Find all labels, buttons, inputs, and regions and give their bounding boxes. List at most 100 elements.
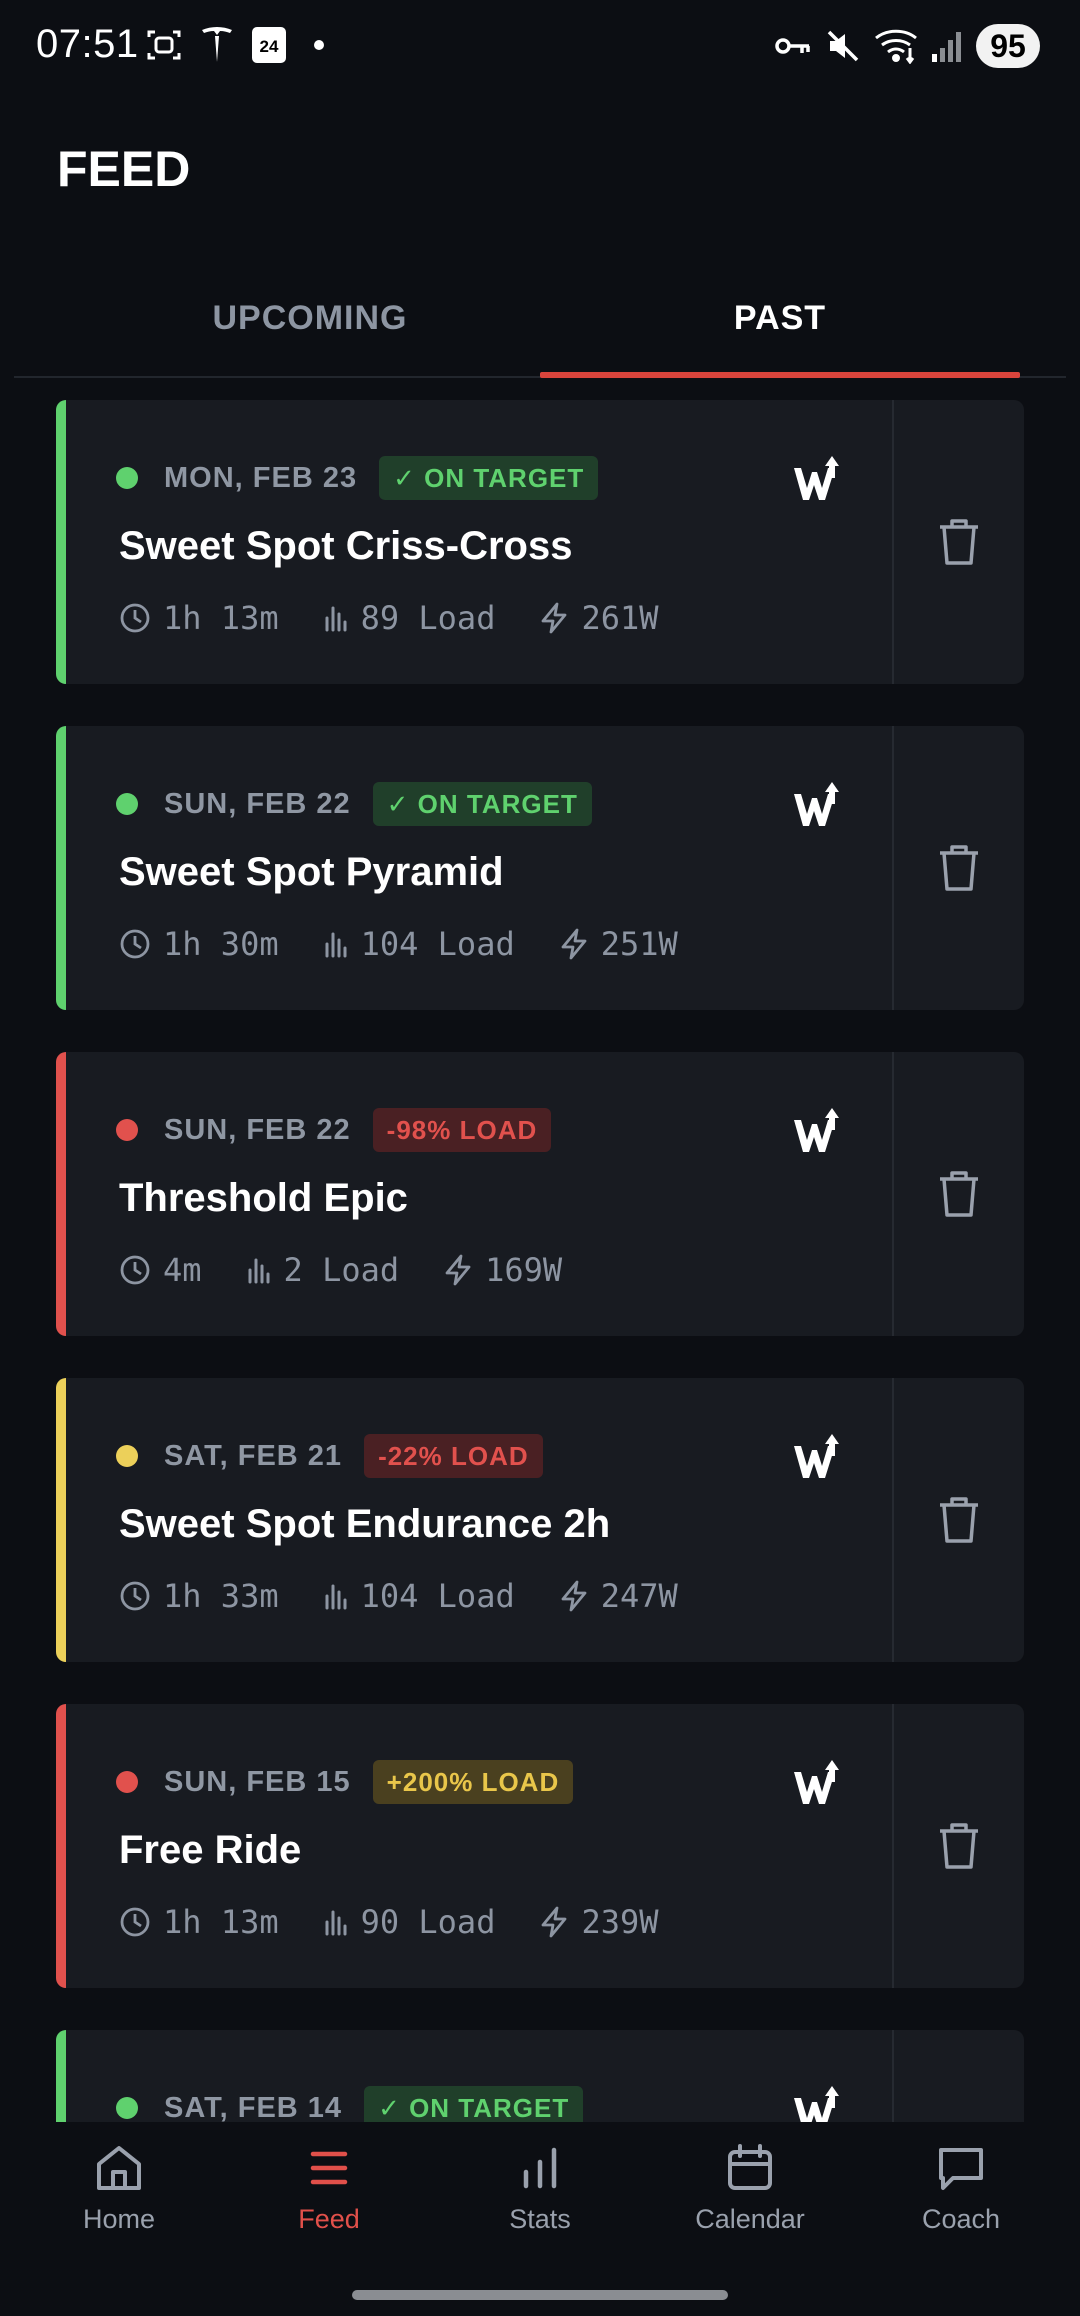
nav-coach[interactable]: Coach	[856, 2142, 1066, 2262]
workout-card-body[interactable]: MON, FEB 23 ✓ ON TARGET Sweet Spot Criss-C…	[66, 400, 892, 684]
load-metric: 2 Load	[246, 1251, 400, 1289]
status-dot	[116, 1445, 138, 1467]
feed-list-icon	[310, 2151, 348, 2185]
home-indicator[interactable]	[352, 2290, 728, 2300]
workout-metrics: 1h 13m 89 Load 261W	[119, 596, 703, 640]
face-scan-icon	[147, 30, 181, 60]
target-badge: -98% LOAD	[372, 1108, 552, 1152]
delete-workout-button[interactable]	[894, 1704, 1024, 1988]
status-dot	[116, 467, 138, 489]
power-bolt-icon	[561, 928, 587, 960]
date-row: SUN, FEB 22 -98% LOAD	[164, 1108, 552, 1152]
duration-metric: 1h 30m	[119, 925, 279, 963]
workout-date: SUN, FEB 22	[164, 1113, 351, 1146]
load-metric: 90 Load	[323, 1903, 496, 1941]
status-accent-bar	[56, 1704, 66, 1988]
load-value: 2 Load	[283, 1251, 400, 1289]
tab-upcoming[interactable]: UPCOMING	[70, 258, 550, 378]
tesla-icon	[202, 27, 232, 62]
workout-date: SUN, FEB 22	[164, 787, 351, 820]
nav-stats[interactable]: Stats	[435, 2142, 645, 2262]
clock-icon	[120, 603, 150, 633]
workout-card-body[interactable]: SAT, FEB 21 -22% LOAD Sweet Spot Endurance…	[66, 1378, 892, 1662]
wahoo-logo-icon	[794, 782, 839, 826]
workout-metrics: 1h 30m 104 Load 251W	[119, 922, 722, 966]
load-value: 90 Load	[360, 1903, 496, 1941]
nav-label-feed: Feed	[298, 2204, 360, 2234]
workout-card[interactable]: SUN, FEB 15 +200% LOAD Free Ride 1h 13m 90 L…	[56, 1704, 1024, 1988]
duration-value: 1h 13m	[163, 599, 279, 637]
date-row: MON, FEB 23 ✓ ON TARGET	[164, 456, 599, 500]
workout-title: Threshold Epic	[119, 1176, 408, 1220]
workout-card-body[interactable]: SUN, FEB 22 -98% LOAD Threshold Epic 4m 2 Lo…	[66, 1052, 892, 1336]
app-screen: 07:51 24 95 FEED UPCOMING PAST MON, FEB …	[0, 0, 1080, 2316]
home-icon	[97, 2146, 141, 2190]
workout-date: MON, FEB 23	[164, 461, 358, 494]
target-badge: -22% LOAD	[364, 1434, 543, 1478]
load-metric: 104 Load	[323, 1577, 515, 1615]
calendar-day: 24	[259, 37, 279, 56]
workout-date: SAT, FEB 21	[164, 1439, 343, 1472]
wahoo-logo-icon	[794, 1434, 839, 1478]
workout-card[interactable]: SAT, FEB 14 ✓ ON TARGET	[56, 2030, 1024, 2122]
delete-workout-button[interactable]	[894, 726, 1024, 1010]
date-row: SAT, FEB 21 -22% LOAD	[164, 1434, 543, 1478]
status-accent-bar	[56, 400, 66, 684]
trash-icon	[940, 519, 978, 565]
duration-value: 4m	[163, 1251, 202, 1289]
delete-workout-button[interactable]	[894, 1378, 1024, 1662]
power-bolt-icon	[542, 602, 567, 634]
load-bars-icon	[325, 932, 347, 958]
duration-value: 1h 30m	[163, 925, 279, 963]
delete-workout-button[interactable]	[894, 1052, 1024, 1336]
workout-card[interactable]: SUN, FEB 22 -98% LOAD Threshold Epic 4m 2 Lo…	[56, 1052, 1024, 1336]
battery-indicator: 95	[976, 24, 1040, 68]
status-dot	[116, 1771, 138, 1793]
mute-icon	[827, 30, 859, 62]
load-value: 89 Load	[360, 599, 496, 637]
target-badge: ✓ ON TARGET	[364, 2086, 584, 2122]
power-metric: 261W	[539, 599, 659, 637]
nav-calendar[interactable]: Calendar	[645, 2142, 855, 2262]
nav-feed[interactable]: Feed	[224, 2142, 434, 2262]
workout-card-body[interactable]: SUN, FEB 15 +200% LOAD Free Ride 1h 13m 90 L…	[66, 1704, 892, 1988]
stats-bar-icon	[523, 2147, 557, 2189]
delete-workout-button[interactable]	[894, 400, 1024, 684]
status-bar: 07:51 24 95	[0, 0, 1080, 96]
status-time: 07:51	[36, 22, 139, 66]
chat-bubble-icon	[939, 2148, 983, 2190]
status-accent-bar	[56, 1378, 66, 1662]
nav-home[interactable]: Home	[14, 2142, 224, 2262]
load-value: 104 Load	[360, 1577, 515, 1615]
workout-feed-list[interactable]: MON, FEB 23 ✓ ON TARGET Sweet Spot Criss-C…	[0, 380, 1080, 2122]
clock-icon	[120, 929, 150, 959]
load-metric: 104 Load	[323, 925, 515, 963]
workout-card-body[interactable]: SUN, FEB 22 ✓ ON TARGET Sweet Spot Pyramid…	[66, 726, 892, 1010]
power-value: 247W	[600, 1577, 678, 1615]
trash-icon	[940, 845, 978, 891]
power-value: 239W	[581, 1903, 659, 1941]
nav-label-coach: Coach	[921, 2204, 1001, 2234]
nav-label-calendar: Calendar	[695, 2204, 805, 2234]
workout-card[interactable]: SUN, FEB 22 ✓ ON TARGET Sweet Spot Pyramid…	[56, 726, 1024, 1010]
power-value: 261W	[581, 599, 659, 637]
status-accent-bar	[56, 726, 66, 1010]
workout-card-body[interactable]: SAT, FEB 14 ✓ ON TARGET	[66, 2030, 892, 2122]
nav-label-home: Home	[82, 2204, 156, 2234]
duration-value: 1h 33m	[163, 1577, 279, 1615]
duration-metric: 4m	[119, 1251, 202, 1289]
target-badge: ✓ ON TARGET	[372, 782, 592, 826]
wahoo-logo-icon	[794, 1108, 839, 1152]
clock-icon	[120, 1581, 150, 1611]
power-metric: 251W	[559, 925, 678, 963]
feed-tabs: UPCOMING PAST	[14, 258, 1066, 378]
date-row: SAT, FEB 14 ✓ ON TARGET	[164, 2086, 584, 2123]
power-value: 251W	[600, 925, 678, 963]
workout-date: SAT, FEB 14	[164, 2091, 343, 2123]
workout-card[interactable]: SAT, FEB 21 -22% LOAD Sweet Spot Endurance…	[56, 1378, 1024, 1662]
tab-past[interactable]: PAST	[540, 258, 1020, 378]
workout-card[interactable]: MON, FEB 23 ✓ ON TARGET Sweet Spot Criss-C…	[56, 400, 1024, 684]
delete-workout-button[interactable]	[894, 2030, 1024, 2122]
load-bars-icon	[248, 1258, 270, 1284]
load-bars-icon	[325, 1910, 347, 1936]
